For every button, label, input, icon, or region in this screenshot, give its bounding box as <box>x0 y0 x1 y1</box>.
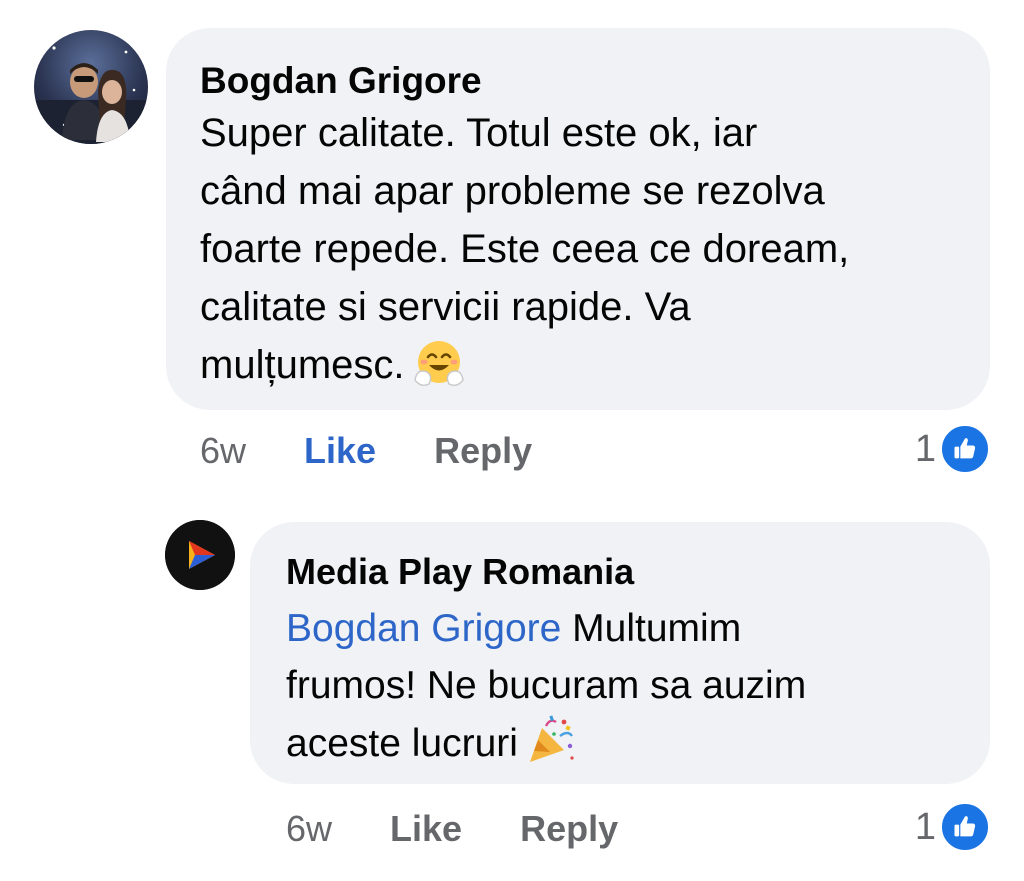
comment-bubble: Bogdan Grigore Super calitate. Totul est… <box>166 28 990 410</box>
reaction-count: 1 <box>914 427 936 470</box>
reply-line: frumos! Ne bucuram sa auzim <box>286 664 807 707</box>
reaction-summary[interactable]: 1 <box>915 424 990 474</box>
thumbs-up-icon <box>940 424 990 474</box>
like-button[interactable]: Like <box>304 430 376 472</box>
like-button[interactable]: Like <box>390 808 462 850</box>
comment-line: foarte repede. Este ceea ce doream, <box>200 227 850 271</box>
avatar[interactable] <box>34 30 148 144</box>
comment-line: calitate si servicii rapide. Va <box>200 285 691 329</box>
play-logo-icon <box>165 520 235 590</box>
reply-text: Bogdan Grigore Multumim frumos! Ne bucur… <box>286 600 954 782</box>
reply-bubble: Media Play Romania Bogdan Grigore Multum… <box>250 522 990 784</box>
comment-actions: 6w Like Reply <box>200 430 532 472</box>
comment-line: Super calitate. Totul este ok, iar <box>200 111 758 155</box>
reply-button[interactable]: Reply <box>520 808 618 850</box>
reaction-count: 1 <box>914 805 936 848</box>
comment-text: Super calitate. Totul este ok, iar când … <box>200 104 954 404</box>
reply-button[interactable]: Reply <box>434 430 532 472</box>
hugging-face-icon <box>413 338 465 404</box>
reply-author[interactable]: Media Play Romania <box>286 550 954 594</box>
party-popper-icon <box>526 714 576 782</box>
comment-thread: Bogdan Grigore Super calitate. Totul est… <box>0 0 1024 881</box>
profile-photo-icon <box>34 46 148 144</box>
thumbs-up-icon <box>940 802 990 852</box>
mention-link[interactable]: Bogdan Grigore <box>286 607 561 650</box>
comment-timestamp[interactable]: 6w <box>200 430 246 472</box>
comment-author[interactable]: Bogdan Grigore <box>200 58 954 104</box>
comment-line: când mai apar probleme se rezolva <box>200 169 825 213</box>
reply-actions: 6w Like Reply <box>286 808 618 850</box>
reaction-summary[interactable]: 1 <box>915 802 990 852</box>
reply-line: aceste lucruri <box>286 722 518 765</box>
avatar[interactable] <box>165 520 235 590</box>
reply-line: Multumim <box>561 607 742 650</box>
comment-line: mulțumesc. <box>200 343 405 387</box>
reply-timestamp[interactable]: 6w <box>286 808 332 850</box>
